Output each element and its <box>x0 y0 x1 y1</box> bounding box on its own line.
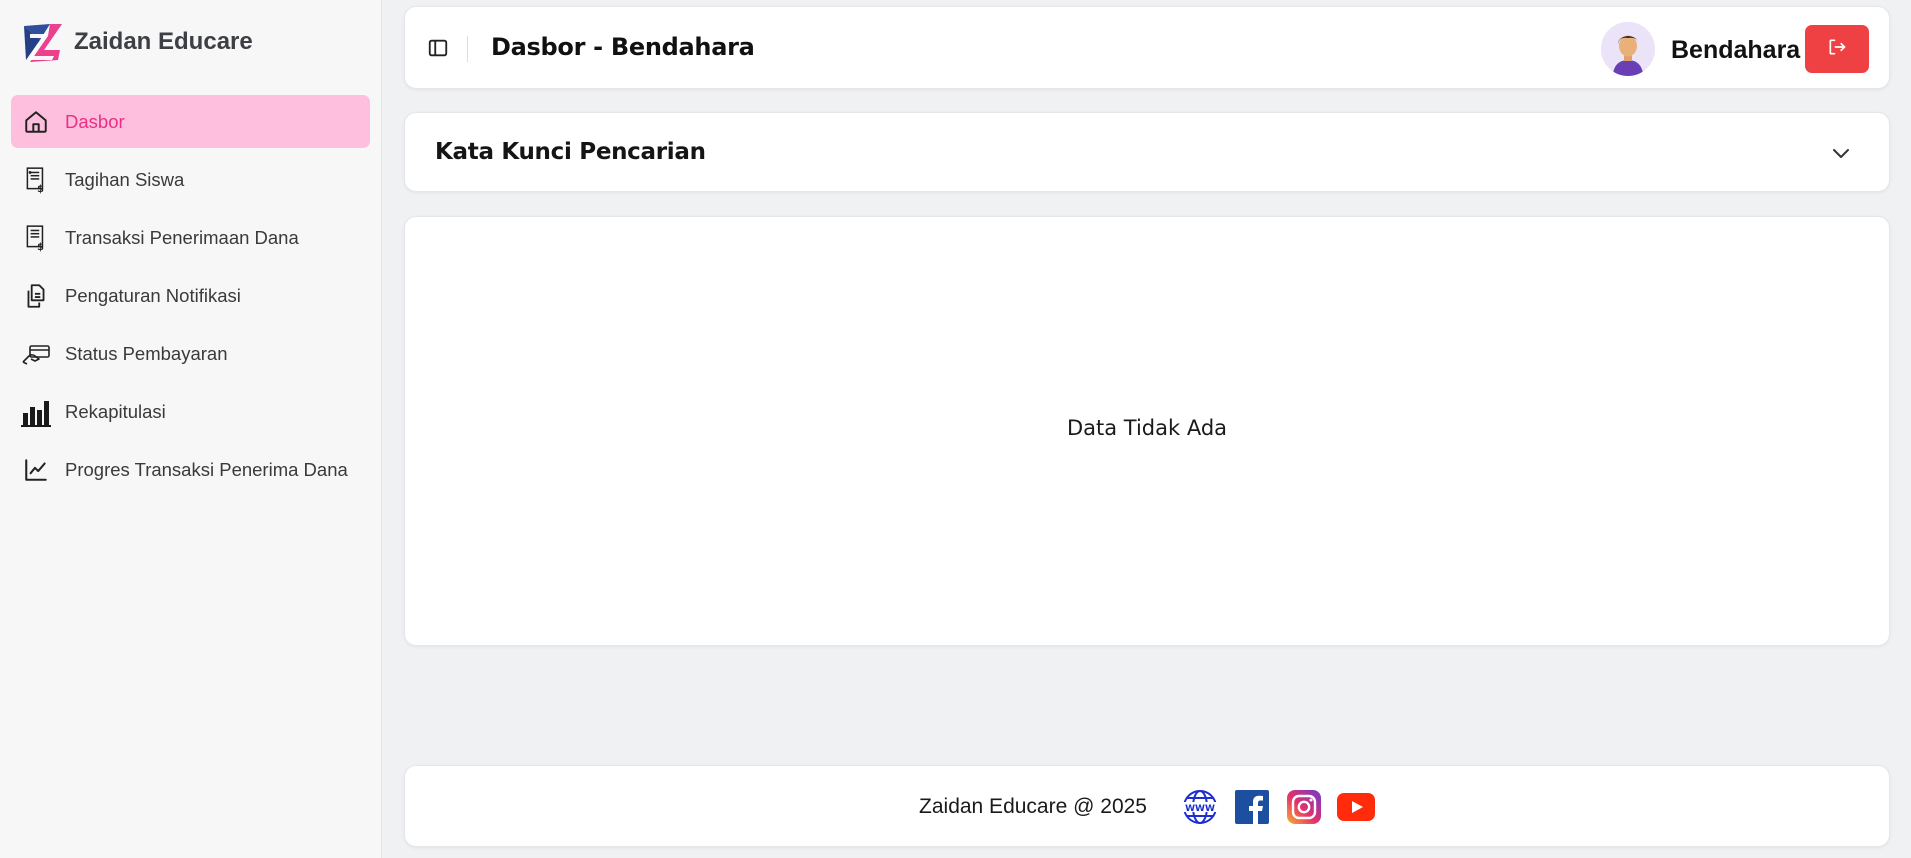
search-accordion[interactable]: Kata Kunci Pencarian <box>404 112 1890 192</box>
user-name: Bendahara <box>1671 36 1801 64</box>
zaidan-logo-icon <box>24 24 62 62</box>
top-header: Dasbor - Bendahara Bendahara <box>404 6 1890 89</box>
sidebar-item-label: Transaksi Penerimaan Dana <box>65 226 299 248</box>
sidebar-item-label: Dasbor <box>65 110 125 132</box>
brand[interactable]: Zaidan Educare <box>20 20 253 64</box>
logout-icon <box>1827 37 1847 62</box>
sidebar-menu: Dasbor $ Tagihan Siswa $ Transaksi Pener… <box>11 95 370 501</box>
sidebar-item-transaksi-penerimaan-dana[interactable]: $ Transaksi Penerimaan Dana <box>11 211 370 264</box>
sidebar-item-tagihan-siswa[interactable]: $ Tagihan Siswa <box>11 153 370 206</box>
line-chart-icon <box>21 455 51 485</box>
sidebar-item-label: Pengaturan Notifikasi <box>65 284 241 306</box>
sidebar: Zaidan Educare Dasbor $ Tagihan Siswa $ … <box>0 0 382 858</box>
bar-chart-icon <box>21 397 51 427</box>
facebook-icon[interactable] <box>1233 788 1271 826</box>
sidebar-item-progres-transaksi[interactable]: Progres Transaksi Penerima Dana <box>11 443 370 496</box>
sidebar-item-label: Status Pembayaran <box>65 342 228 364</box>
empty-state-message: Data Tidak Ada <box>1066 416 1228 440</box>
sidebar-toggle-icon[interactable] <box>427 37 449 59</box>
svg-text:$: $ <box>37 241 44 251</box>
youtube-icon[interactable] <box>1336 788 1375 826</box>
svg-text:$: $ <box>37 183 44 193</box>
avatar[interactable] <box>1601 22 1655 76</box>
svg-text:WWW: WWW <box>1185 804 1215 814</box>
payment-hand-icon <box>21 339 51 369</box>
sidebar-item-label: Rekapitulasi <box>65 400 166 422</box>
chevron-down-icon[interactable] <box>1829 141 1853 165</box>
footer: Zaidan Educare @ 2025 WWW <box>404 765 1890 847</box>
instagram-icon[interactable] <box>1285 788 1323 826</box>
footer-copyright: Zaidan Educare @ 2025 <box>919 795 1147 818</box>
copy-icon <box>21 281 51 311</box>
page-title: Dasbor - Bendahara <box>491 33 755 61</box>
sidebar-item-dasbor[interactable]: Dasbor <box>11 95 370 148</box>
invoice-icon: $ <box>21 223 51 253</box>
www-globe-icon[interactable]: WWW <box>1181 788 1219 826</box>
brand-name: Zaidan Educare <box>74 28 253 55</box>
home-icon <box>21 107 51 137</box>
sidebar-item-label: Tagihan Siswa <box>65 168 185 190</box>
sidebar-item-label: Progres Transaksi Penerima Dana <box>65 458 348 480</box>
invoice-icon: $ <box>21 165 51 195</box>
logout-button[interactable] <box>1805 25 1869 73</box>
sidebar-item-status-pembayaran[interactable]: Status Pembayaran <box>11 327 370 380</box>
sidebar-item-pengaturan-notifikasi[interactable]: Pengaturan Notifikasi <box>11 269 370 322</box>
sidebar-item-rekapitulasi[interactable]: Rekapitulasi <box>11 385 370 438</box>
content-panel: Data Tidak Ada <box>404 216 1890 646</box>
search-accordion-title: Kata Kunci Pencarian <box>435 139 706 165</box>
header-divider <box>467 36 468 62</box>
